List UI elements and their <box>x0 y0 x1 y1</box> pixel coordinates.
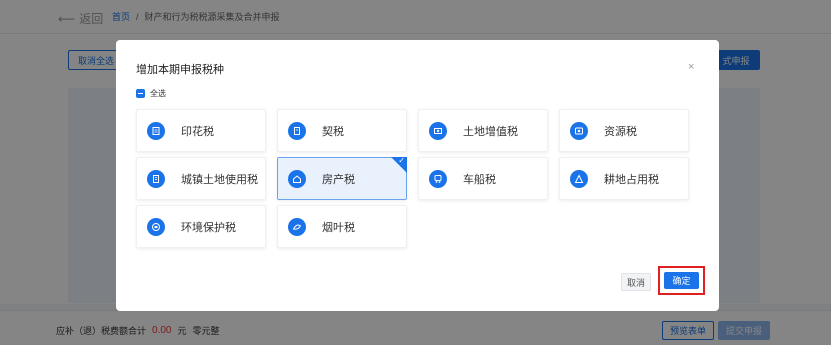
contract-doc-icon <box>288 121 306 140</box>
cancel-button[interactable]: 取消 <box>621 273 651 291</box>
tobacco-leaf-icon <box>288 217 306 236</box>
add-tax-dialog: 增加本期申报税种 × 全选 印花税 契税 土地增值税 资源税城镇土地使用税 房产税 ✓ 车船… <box>116 40 719 311</box>
tax-card-label: 印花税 <box>181 125 214 138</box>
confirm-button[interactable]: 确定 <box>664 272 699 289</box>
resource-icon <box>570 121 588 140</box>
tax-card[interactable]: 印花税 <box>136 109 266 152</box>
close-icon[interactable]: × <box>688 61 694 73</box>
building-icon <box>147 169 165 188</box>
tax-type-grid: 印花税 契税 土地增值税 资源税城镇土地使用税 房产税 ✓ 车船税 耕地占用税环境保护税 烟叶税 <box>136 109 689 248</box>
environment-icon <box>147 217 165 236</box>
tax-card[interactable]: 烟叶税 <box>277 205 407 248</box>
tax-card[interactable]: 环境保护税 <box>136 205 266 248</box>
house-icon <box>288 169 306 188</box>
tax-card-label: 车船税 <box>463 173 496 186</box>
tax-card[interactable]: 房产税 ✓ <box>277 156 407 200</box>
tax-card-label: 烟叶税 <box>322 221 355 234</box>
checkbox-indeterminate-icon <box>136 89 145 98</box>
select-all-label: 全选 <box>150 89 166 98</box>
select-all-checkbox[interactable]: 全选 <box>136 88 166 99</box>
tax-card-label: 房产税 <box>322 173 355 186</box>
land-value-icon <box>429 121 447 140</box>
tax-card[interactable]: 车船税 <box>418 157 548 200</box>
check-icon: ✓ <box>398 156 405 165</box>
farmland-icon <box>570 169 588 188</box>
tax-card-label: 城镇土地使用税 <box>181 173 258 186</box>
tax-card[interactable]: 契税 <box>277 109 407 152</box>
tax-card-label: 耕地占用税 <box>604 173 659 186</box>
tax-card-label: 资源税 <box>604 125 637 138</box>
dialog-title: 增加本期申报税种 <box>136 64 224 76</box>
tax-card-label: 契税 <box>322 125 344 138</box>
stamp-doc-icon <box>147 121 165 140</box>
tax-card-label: 环境保护税 <box>181 221 236 234</box>
tax-card[interactable]: 城镇土地使用税 <box>136 157 266 200</box>
tax-card[interactable]: 土地增值税 <box>418 109 548 152</box>
tax-card[interactable]: 资源税 <box>559 109 689 152</box>
vehicle-icon <box>429 169 447 188</box>
ok-button-highlight: 确定 <box>658 266 705 295</box>
tax-card-label: 土地增值税 <box>463 125 518 138</box>
tax-card[interactable]: 耕地占用税 <box>559 157 689 200</box>
